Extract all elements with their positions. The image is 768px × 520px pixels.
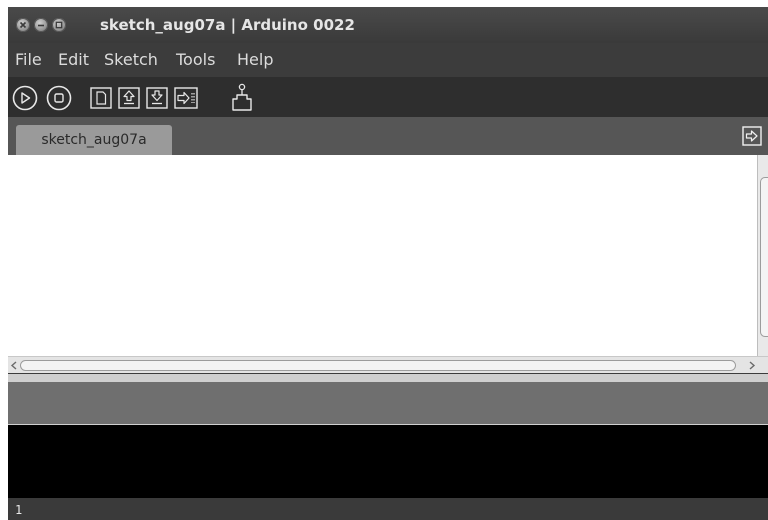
horizontal-scrollbar[interactable] bbox=[8, 356, 768, 373]
title-bar: sketch_aug07a | Arduino 0022 bbox=[8, 7, 768, 43]
minimize-icon bbox=[38, 24, 44, 27]
status-area bbox=[8, 382, 768, 424]
close-icon bbox=[19, 21, 27, 29]
console-output bbox=[8, 424, 768, 498]
menu-tools[interactable]: Tools bbox=[176, 50, 215, 69]
maximize-icon bbox=[55, 21, 63, 29]
menu-sketch[interactable]: Sketch bbox=[104, 50, 158, 69]
save-icon bbox=[146, 87, 168, 109]
menu-bar: File Edit Sketch Tools Help bbox=[8, 43, 768, 77]
new-button[interactable] bbox=[90, 87, 112, 109]
verify-button[interactable] bbox=[12, 85, 38, 111]
vertical-scrollbar[interactable] bbox=[757, 155, 768, 356]
toolbar bbox=[8, 77, 768, 117]
verify-icon bbox=[12, 85, 38, 111]
new-icon bbox=[90, 87, 112, 109]
tab-strip: sketch_aug07a bbox=[8, 117, 768, 155]
window-title: sketch_aug07a | Arduino 0022 bbox=[100, 16, 355, 34]
menu-file[interactable]: File bbox=[15, 50, 42, 69]
pane-splitter[interactable] bbox=[8, 374, 768, 382]
upload-button[interactable] bbox=[174, 87, 198, 109]
tab-sketch[interactable]: sketch_aug07a bbox=[16, 125, 172, 155]
horizontal-scroll-thumb[interactable] bbox=[20, 360, 736, 371]
save-button[interactable] bbox=[146, 87, 168, 109]
close-window-button[interactable] bbox=[16, 18, 30, 32]
menu-help[interactable]: Help bbox=[237, 50, 273, 69]
line-number: 1 bbox=[15, 503, 23, 517]
upload-icon bbox=[174, 87, 198, 109]
scroll-right-icon bbox=[749, 361, 756, 370]
tab-menu-button[interactable] bbox=[742, 126, 762, 150]
open-button[interactable] bbox=[118, 87, 140, 109]
open-icon bbox=[118, 87, 140, 109]
arduino-window: sketch_aug07a | Arduino 0022 File Edit S… bbox=[8, 7, 768, 520]
stop-button[interactable] bbox=[46, 85, 72, 111]
stop-icon bbox=[46, 85, 72, 111]
maximize-window-button[interactable] bbox=[52, 18, 66, 32]
minimize-window-button[interactable] bbox=[34, 18, 48, 32]
vertical-scroll-thumb[interactable] bbox=[760, 177, 768, 337]
scroll-left-icon bbox=[10, 361, 17, 370]
arrow-right-icon bbox=[742, 126, 762, 146]
serial-monitor-icon bbox=[232, 83, 252, 111]
serial-monitor-button[interactable] bbox=[230, 83, 254, 111]
menu-edit[interactable]: Edit bbox=[58, 50, 89, 69]
status-bar: 1 bbox=[8, 498, 768, 520]
code-editor[interactable] bbox=[8, 155, 768, 356]
